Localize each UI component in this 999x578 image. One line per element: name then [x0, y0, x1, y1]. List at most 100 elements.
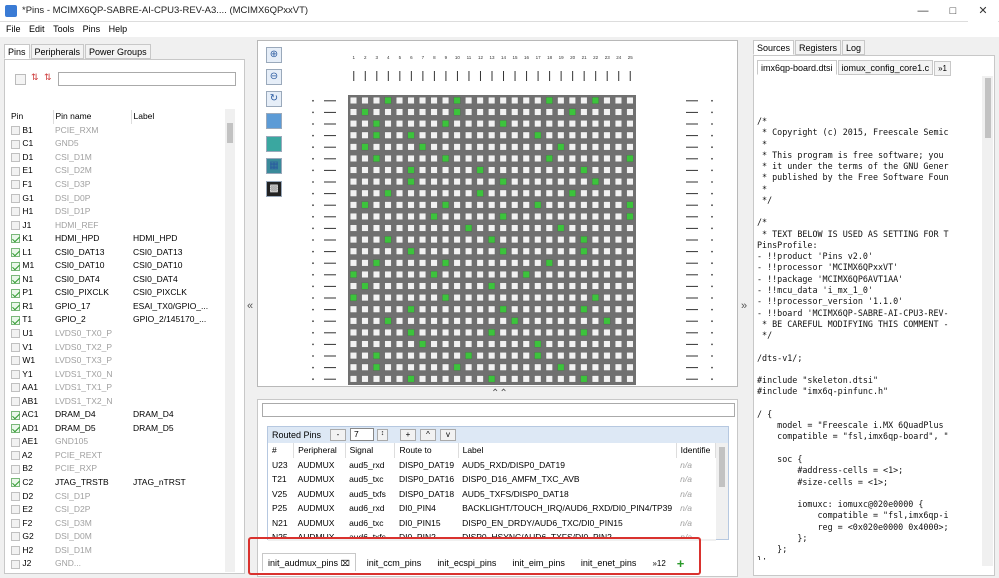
package-pin[interactable] — [384, 108, 392, 116]
package-pin[interactable] — [453, 329, 461, 336]
package-pin[interactable] — [580, 294, 588, 302]
pin-label[interactable]: GPIO_2/145170_... — [131, 313, 234, 327]
package-pin[interactable] — [511, 282, 519, 290]
package-pin[interactable] — [545, 259, 553, 267]
package-pin[interactable] — [522, 305, 530, 313]
package-pin[interactable] — [430, 97, 438, 104]
package-pin[interactable] — [557, 236, 565, 244]
package-pin[interactable] — [591, 259, 599, 267]
package-pin[interactable] — [453, 224, 461, 232]
package-pin[interactable] — [568, 282, 576, 290]
package-pin[interactable] — [407, 329, 415, 336]
menu-help[interactable]: Help — [109, 22, 128, 37]
package-pin[interactable] — [568, 131, 576, 139]
package-pin[interactable] — [350, 294, 357, 302]
package-pin[interactable] — [488, 282, 496, 290]
col-label[interactable]: Label — [458, 443, 677, 458]
package-pin[interactable] — [522, 120, 530, 128]
routed-cell[interactable]: AUDMUX — [294, 501, 345, 516]
package-pin[interactable] — [488, 317, 496, 325]
package-pin[interactable] — [522, 271, 530, 278]
package-pin[interactable] — [361, 143, 369, 151]
package-pin[interactable] — [488, 166, 496, 174]
package-pin[interactable] — [511, 143, 519, 151]
pin-row[interactable]: B1 PCIE_RXM — [9, 124, 234, 138]
package-pin[interactable] — [568, 189, 576, 197]
pin-route-checkbox[interactable] — [11, 369, 20, 379]
package-pin[interactable] — [350, 155, 357, 162]
package-pin[interactable] — [522, 352, 530, 360]
pin-label[interactable]: HDMI_HPD — [131, 232, 234, 246]
package-pin[interactable] — [499, 120, 507, 128]
package-pin[interactable] — [442, 166, 450, 174]
pin-route-checkbox[interactable] — [11, 275, 20, 285]
package-pin[interactable] — [522, 247, 530, 255]
package-pin[interactable] — [442, 282, 450, 290]
package-pin[interactable] — [580, 189, 588, 197]
package-pin[interactable] — [557, 97, 565, 104]
package-pin[interactable] — [545, 305, 553, 313]
routed-row[interactable]: V25 AUDMUX aud5_txfs DISP0_DAT18 AUD5_TXFS/D… — [268, 487, 716, 502]
package-pin[interactable] — [430, 352, 438, 360]
pin-label[interactable]: DRAM_D4 — [131, 408, 234, 422]
pin-row[interactable]: P1 CSI0_PIXCLK CSI0_PIXCLK — [9, 286, 234, 300]
package-pin[interactable] — [396, 352, 403, 360]
package-pin[interactable] — [499, 340, 507, 348]
package-pin[interactable] — [465, 236, 473, 244]
package-pin[interactable] — [419, 155, 426, 162]
package-pin[interactable] — [603, 97, 611, 104]
routed-cell[interactable]: n/a — [676, 501, 715, 516]
package-pin[interactable] — [453, 131, 461, 139]
package-pin[interactable] — [580, 282, 588, 290]
package-pin[interactable] — [580, 143, 588, 151]
package-pin[interactable] — [511, 271, 519, 278]
package-pin[interactable] — [453, 189, 461, 197]
package-pin[interactable] — [396, 166, 403, 174]
package-pin[interactable] — [511, 120, 519, 128]
package-pin[interactable] — [488, 363, 496, 371]
package-pin[interactable] — [419, 259, 426, 267]
menu-file[interactable]: File — [6, 22, 21, 37]
package-pin[interactable] — [361, 189, 369, 197]
package-pin[interactable] — [396, 108, 403, 116]
routed-cell[interactable]: AUDMUX — [294, 458, 345, 473]
pin-route-checkbox[interactable] — [11, 288, 20, 298]
package-pin[interactable] — [465, 375, 473, 383]
package-pin[interactable] — [568, 155, 576, 162]
package-pin[interactable] — [407, 236, 415, 244]
package-pin[interactable] — [568, 143, 576, 151]
pin-route-checkbox[interactable] — [11, 315, 20, 325]
package-pin[interactable] — [557, 340, 565, 348]
package-pin[interactable] — [419, 189, 426, 197]
package-pin[interactable] — [488, 375, 496, 383]
package-pin[interactable] — [350, 178, 357, 186]
count-spinner-icon[interactable]: ↕ — [377, 429, 388, 441]
package-pin[interactable] — [442, 120, 450, 128]
package-pin[interactable] — [557, 201, 565, 209]
pin-route-checkbox[interactable] — [11, 505, 20, 515]
package-pin[interactable] — [626, 166, 634, 174]
package-pin[interactable] — [511, 305, 519, 313]
pin-row[interactable]: G1 DSI_D0P — [9, 191, 234, 205]
package-pin[interactable] — [350, 247, 357, 255]
maximize-button[interactable]: □ — [938, 0, 968, 22]
package-pin[interactable] — [534, 294, 542, 302]
package-pin[interactable] — [350, 166, 357, 174]
package-pin[interactable] — [465, 224, 473, 232]
package-pin[interactable] — [373, 271, 380, 278]
package-pin[interactable] — [522, 108, 530, 116]
package-pin[interactable] — [603, 178, 611, 186]
package-pin[interactable] — [591, 143, 599, 151]
routed-row[interactable]: U23 AUDMUX aud5_rxd DISP0_DAT19 AUD5_RXD/DIS… — [268, 458, 716, 473]
package-pin[interactable] — [522, 340, 530, 348]
pin-label[interactable] — [131, 462, 234, 476]
package-pin[interactable] — [545, 143, 553, 151]
package-pin[interactable] — [557, 189, 565, 197]
package-pin[interactable] — [499, 108, 507, 116]
package-pin[interactable] — [396, 224, 403, 232]
package-pin[interactable] — [373, 329, 380, 336]
package-pin[interactable] — [591, 329, 599, 336]
package-pin[interactable] — [488, 259, 496, 267]
pin-row[interactable]: AA1 LVDS1_TX1_P — [9, 381, 234, 395]
package-pin[interactable] — [384, 317, 392, 325]
